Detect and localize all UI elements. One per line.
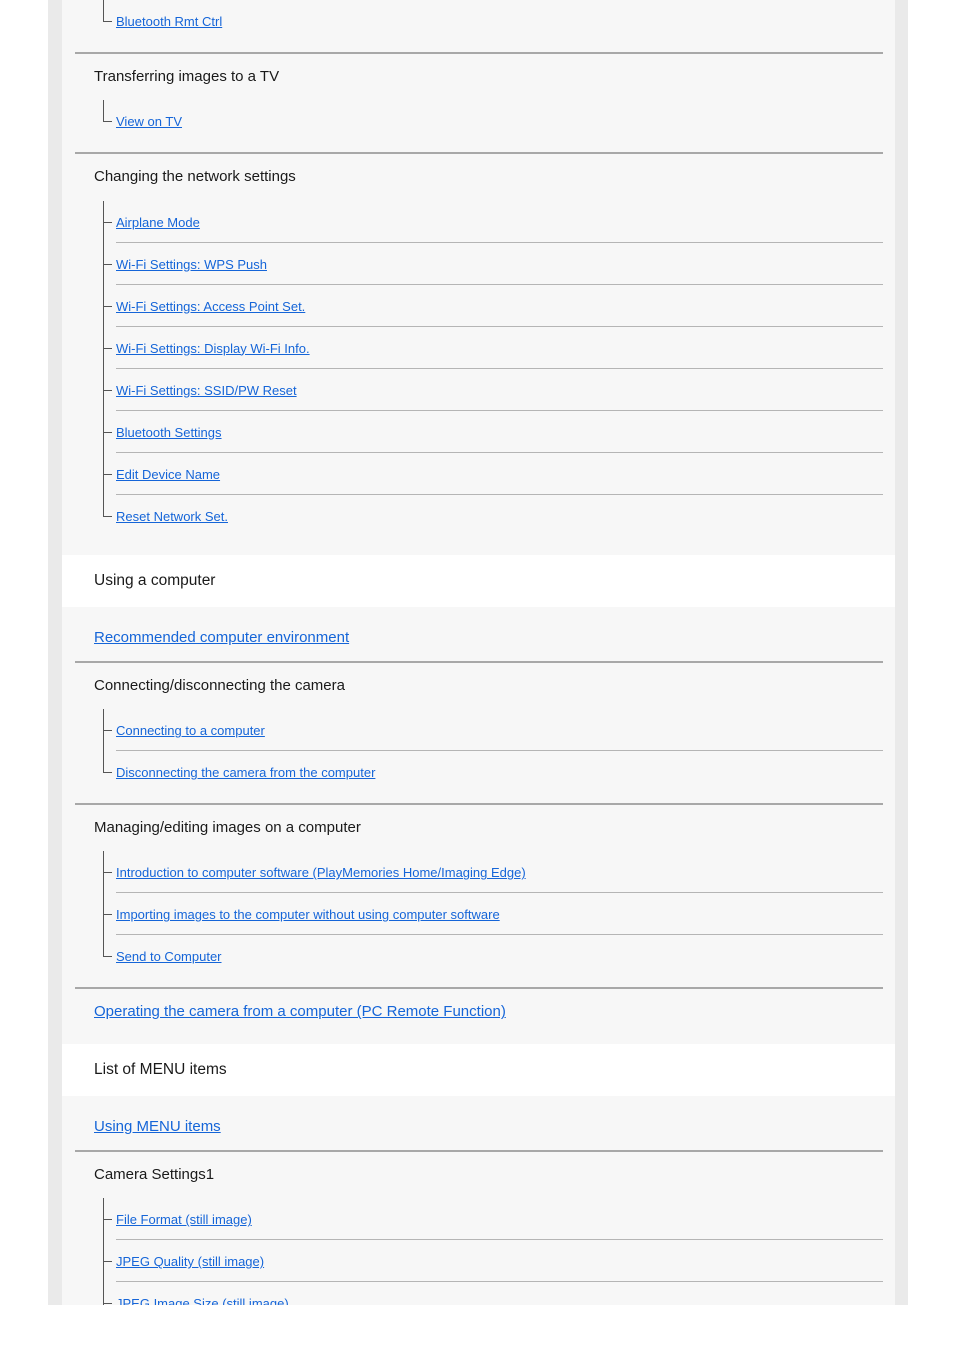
heading-camera-settings1: Camera Settings1 bbox=[94, 1166, 215, 1184]
tree-item-link[interactable]: Wi-Fi Settings: Display Wi-Fi Info. bbox=[116, 340, 310, 358]
toplink-using-menu-items-row: Using MENU items bbox=[62, 1104, 895, 1150]
page-gutter-right bbox=[895, 0, 908, 1305]
tree-item: Airplane Mode bbox=[103, 200, 895, 243]
toplink-recommended-computer-environment-row: Recommended computer environment bbox=[62, 615, 895, 661]
bluetooth-remote-tree: Bluetooth Rmt Ctrl bbox=[62, 0, 895, 42]
tree-connector bbox=[103, 1303, 112, 1305]
tree-rail bbox=[103, 751, 104, 774]
section-banner-using-a-computer: Using a computer bbox=[62, 554, 895, 607]
tree-connector bbox=[103, 956, 112, 958]
section-banner-list-of-menu-items: List of MENU items bbox=[62, 1043, 895, 1096]
tree-item-link[interactable]: File Format (still image) bbox=[116, 1211, 252, 1229]
tree-item-link[interactable]: Edit Device Name bbox=[116, 466, 220, 484]
tree-item: Importing images to the computer without… bbox=[103, 893, 895, 936]
toplink-recommended-computer-environment[interactable]: Recommended computer environment bbox=[94, 629, 349, 646]
tree-item-link[interactable]: Wi-Fi Settings: Access Point Set. bbox=[116, 298, 305, 316]
tree-item-link[interactable]: Importing images to the computer without… bbox=[116, 906, 500, 924]
tree-connector bbox=[103, 914, 112, 916]
tree-connector bbox=[103, 473, 112, 475]
tree-item: Bluetooth Rmt Ctrl bbox=[103, 0, 895, 42]
tree-item: JPEG Image Size (still image) bbox=[103, 1282, 895, 1305]
tree-item: View on TV bbox=[103, 100, 895, 142]
tree-item-link[interactable]: Reset Network Set. bbox=[116, 508, 228, 526]
tree-connector bbox=[103, 730, 112, 732]
tree-item-link[interactable]: Disconnecting the camera from the comput… bbox=[116, 764, 375, 782]
heading-managing-editing-images-on-a-computer: Managing/editing images on a computer bbox=[94, 819, 361, 837]
tree-connector bbox=[103, 872, 112, 874]
camera-settings1-tree: File Format (still image) JPEG Quality (s… bbox=[62, 1198, 895, 1305]
tree-connector bbox=[103, 772, 112, 774]
tree-connector bbox=[103, 431, 112, 433]
tree-item-link[interactable]: Introduction to computer software (PlayM… bbox=[116, 864, 526, 882]
tree-item: Send to Computer bbox=[103, 935, 895, 977]
tree-item-link[interactable]: Bluetooth Settings bbox=[116, 424, 222, 442]
tree-item-link[interactable]: Airplane Mode bbox=[116, 214, 200, 232]
heading-transferring-images-to-a-tv: Transferring images to a TV bbox=[94, 68, 280, 85]
tree-connector bbox=[103, 305, 112, 307]
tree-connector bbox=[103, 121, 112, 123]
connecting-camera-tree: Connecting to a computer Disconnecting th… bbox=[62, 709, 895, 793]
tree-connector bbox=[103, 1261, 112, 1263]
tree-item-link[interactable]: Connecting to a computer bbox=[116, 722, 265, 740]
page-gutter-left bbox=[48, 0, 62, 1305]
tree-connector bbox=[103, 263, 112, 265]
tree-item: Bluetooth Settings bbox=[103, 410, 895, 453]
managing-images-tree: Introduction to computer software (PlayM… bbox=[62, 851, 895, 977]
tree-item-link[interactable]: Wi-Fi Settings: SSID/PW Reset bbox=[116, 382, 297, 400]
tree-item-link[interactable]: JPEG Image Size (still image) bbox=[116, 1295, 289, 1305]
tree-item: Reset Network Set. bbox=[103, 494, 895, 537]
tree-item: Wi-Fi Settings: Access Point Set. bbox=[103, 284, 895, 327]
tree-connector bbox=[103, 389, 112, 391]
tree-item: JPEG Quality (still image) bbox=[103, 1240, 895, 1283]
page-root: Bluetooth Rmt Ctrl Transferring images to… bbox=[0, 0, 954, 1350]
transferring-images-tree: View on TV bbox=[62, 100, 895, 142]
heading-connecting-disconnecting-the-camera: Connecting/disconnecting the camera bbox=[94, 676, 345, 694]
tree-rail bbox=[103, 494, 104, 517]
contents-list-panel[interactable]: Bluetooth Rmt Ctrl Transferring images to… bbox=[62, 0, 895, 1305]
tree-rail bbox=[103, 1282, 104, 1305]
tree-connector bbox=[103, 21, 112, 22]
tree-rail bbox=[103, 935, 104, 958]
tree-connector bbox=[103, 515, 112, 517]
heading-changing-the-network-settings: Changing the network settings bbox=[94, 168, 296, 186]
tree-item-link[interactable]: JPEG Quality (still image) bbox=[116, 1253, 264, 1271]
tree-item: File Format (still image) bbox=[103, 1198, 895, 1241]
tree-item-link[interactable]: Bluetooth Rmt Ctrl bbox=[116, 13, 222, 31]
tree-connector bbox=[103, 1219, 112, 1221]
tree-item: Wi-Fi Settings: Display Wi-Fi Info. bbox=[103, 326, 895, 369]
tree-item: Disconnecting the camera from the comput… bbox=[103, 751, 895, 793]
tree-connector bbox=[103, 347, 112, 349]
toplink-operating-the-camera-from-a-computer-row: Operating the camera from a computer (PC… bbox=[62, 989, 895, 1035]
tree-item: Connecting to a computer bbox=[103, 709, 895, 752]
tree-connector bbox=[103, 221, 112, 223]
network-settings-tree: Airplane Mode Wi-Fi Settings: WPS Push Wi-… bbox=[62, 200, 895, 537]
toplink-using-menu-items[interactable]: Using MENU items bbox=[94, 1118, 221, 1135]
tree-rail bbox=[103, 0, 104, 22]
toplink-operating-the-camera-from-a-computer[interactable]: Operating the camera from a computer (PC… bbox=[94, 1003, 506, 1020]
tree-item-link[interactable]: View on TV bbox=[116, 113, 182, 131]
tree-item: Introduction to computer software (PlayM… bbox=[103, 851, 895, 894]
tree-rail bbox=[103, 100, 104, 123]
tree-item: Wi-Fi Settings: SSID/PW Reset bbox=[103, 368, 895, 411]
tree-item-link[interactable]: Send to Computer bbox=[116, 948, 222, 966]
tree-item: Edit Device Name bbox=[103, 452, 895, 495]
tree-item: Wi-Fi Settings: WPS Push bbox=[103, 242, 895, 285]
tree-item-link[interactable]: Wi-Fi Settings: WPS Push bbox=[116, 256, 267, 274]
